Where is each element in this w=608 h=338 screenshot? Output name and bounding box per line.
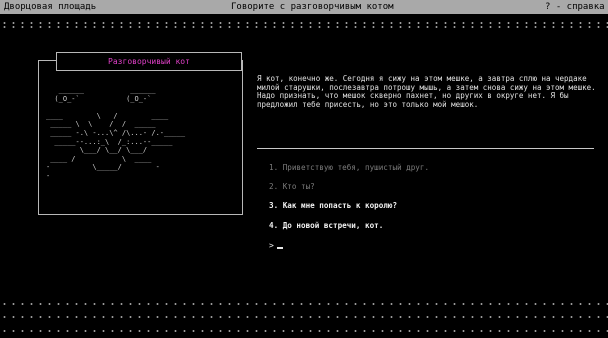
location-label: Дворцовая площадь — [4, 2, 97, 12]
prompt-symbol: > — [269, 241, 274, 250]
dialog-option-4[interactable]: 4. До новой встречи, кот. — [269, 221, 383, 231]
dotted-border-top — [0, 22, 608, 24]
dotted-border-top-2 — [0, 26, 608, 28]
help-hint[interactable]: ? - справка — [545, 0, 605, 14]
status-bar: Дворцовая площадь Говорите с разговорчив… — [0, 0, 608, 14]
text-cursor — [276, 247, 283, 249]
portrait-title: Разговорчивый кот — [56, 52, 242, 71]
dialog-option-1[interactable]: 1. Приветствую тебя, пушистый друг. — [269, 163, 429, 173]
dotted-border-bottom — [0, 303, 608, 305]
screen-title: Говорите с разговорчивым котом — [231, 2, 394, 12]
dotted-border-bottom-2 — [0, 316, 608, 318]
input-prompt[interactable]: > — [269, 241, 283, 250]
dialog-option-2[interactable]: 2. Кто ты? — [269, 182, 315, 192]
cat-ascii-portrait: ______ ______ (_O_-` (_O_-` ____ \ / ___… — [46, 86, 186, 180]
dialog-divider — [257, 148, 594, 149]
npc-speech: Я кот, конечно же. Сегодня я сижу на это… — [257, 74, 596, 109]
dialog-option-3[interactable]: 3. Как мне попасть к королю? — [269, 201, 397, 211]
dotted-border-bottom-3 — [0, 330, 608, 332]
